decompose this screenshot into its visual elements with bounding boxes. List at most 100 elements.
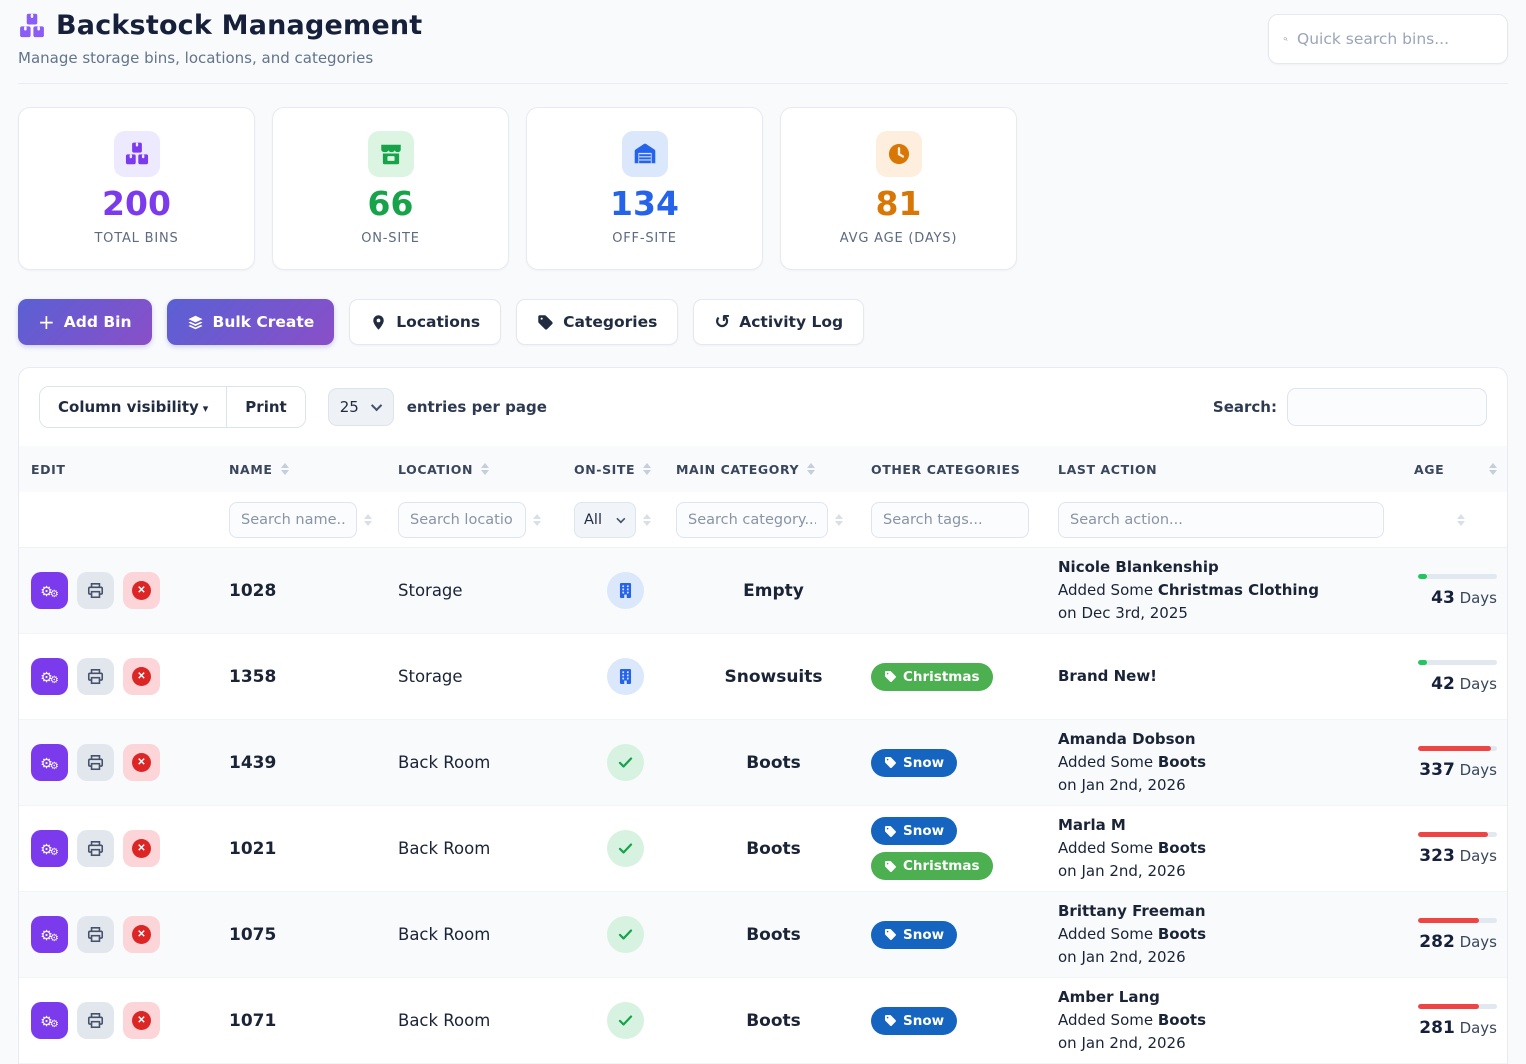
quick-search-input[interactable] <box>1297 30 1493 48</box>
sort-icon <box>1457 514 1465 526</box>
gears-icon: ⚙ <box>50 590 59 600</box>
row-edit-button[interactable]: ⚙⚙ <box>31 658 68 695</box>
filter-location-input[interactable] <box>398 502 526 538</box>
row-delete-button[interactable]: ✕ <box>123 744 160 781</box>
row-delete-button[interactable]: ✕ <box>123 572 160 609</box>
last-action-cell: Amber LangAdded Some Bootson Jan 2nd, 20… <box>1058 986 1414 1056</box>
row-delete-button[interactable]: ✕ <box>123 658 160 695</box>
table-filter-row: All <box>19 492 1507 548</box>
onsite-cell <box>574 916 676 953</box>
table-row: ⚙⚙ ✕ 1358 Storage Snowsuits Christmas Br… <box>19 634 1507 720</box>
gears-icon: ⚙ <box>50 676 59 686</box>
print-button[interactable]: Print <box>226 387 304 427</box>
locations-button[interactable]: Locations <box>349 299 501 345</box>
sort-icon <box>364 514 372 526</box>
sort-icon <box>643 514 651 526</box>
last-action-cell: Brand New! <box>1058 665 1414 688</box>
layers-icon <box>187 314 204 331</box>
column-header-onsite[interactable]: ON-SITE <box>574 462 676 477</box>
last-action-text: Brand New! <box>1058 665 1404 688</box>
bin-name: 1358 <box>229 667 398 687</box>
activity-log-label: Activity Log <box>739 313 843 331</box>
chevron-down-icon <box>616 514 625 523</box>
categories-button[interactable]: Categories <box>516 299 678 345</box>
column-header-age[interactable]: AGE <box>1414 462 1507 477</box>
age-cell: 323 Days <box>1414 832 1507 866</box>
last-action-cell: Nicole BlankenshipAdded Some Christmas C… <box>1058 556 1414 626</box>
filter-onsite-select[interactable]: All <box>574 502 636 538</box>
row-edit-button[interactable]: ⚙⚙ <box>31 744 68 781</box>
action-user: Brittany Freeman <box>1058 900 1404 923</box>
plus-icon: + <box>38 312 55 332</box>
building-icon <box>616 581 635 600</box>
printer-icon <box>86 839 105 858</box>
table-row: ⚙⚙ ✕ 1021 Back Room Boots SnowChristmas … <box>19 806 1507 892</box>
printer-icon <box>86 581 105 600</box>
row-edit-button[interactable]: ⚙⚙ <box>31 916 68 953</box>
row-delete-button[interactable]: ✕ <box>123 916 160 953</box>
table-search-input[interactable] <box>1287 388 1487 426</box>
main-category: Snowsuits <box>676 667 871 687</box>
row-print-button[interactable] <box>77 744 114 781</box>
column-header-name[interactable]: NAME <box>229 462 398 477</box>
main-category: Boots <box>676 839 871 859</box>
categories-label: Categories <box>563 313 657 331</box>
sort-icon[interactable] <box>807 463 815 475</box>
row-print-button[interactable] <box>77 916 114 953</box>
other-categories-cell: Snow <box>871 749 1058 777</box>
locations-label: Locations <box>396 313 480 331</box>
table-row: ⚙⚙ ✕ 1071 Back Room Boots Snow Amber Lan… <box>19 978 1507 1064</box>
filter-tags-input[interactable] <box>871 502 1029 538</box>
sort-icon[interactable] <box>481 463 489 475</box>
bins-table-card: Column visibility▾ Print 25 entries per … <box>18 367 1508 1064</box>
clock-icon <box>876 131 922 177</box>
page-header: Backstock Management Manage storage bins… <box>18 10 1508 84</box>
warehouse-icon <box>622 131 668 177</box>
action-user: Amanda Dobson <box>1058 728 1404 751</box>
circle-x-icon: ✕ <box>132 925 151 944</box>
row-print-button[interactable] <box>77 1002 114 1039</box>
age-progress-bar <box>1418 832 1497 837</box>
activity-log-button[interactable]: ↺ Activity Log <box>693 299 864 345</box>
row-edit-button[interactable]: ⚙⚙ <box>31 830 68 867</box>
main-category: Boots <box>676 753 871 773</box>
row-delete-button[interactable]: ✕ <box>123 830 160 867</box>
other-categories-cell: Christmas <box>871 663 1058 691</box>
column-visibility-button[interactable]: Column visibility▾ <box>40 387 226 427</box>
bin-location: Storage <box>398 667 574 686</box>
action-description: Added Some Boots <box>1058 1009 1404 1032</box>
filter-action-input[interactable] <box>1058 502 1384 538</box>
row-print-button[interactable] <box>77 658 114 695</box>
bin-name: 1075 <box>229 925 398 945</box>
action-date: on Jan 2nd, 2026 <box>1058 946 1404 969</box>
stat-card-total-bins: 200 TOTAL BINS <box>18 107 255 270</box>
actions-row: + Add Bin Bulk Create Locations Categori… <box>18 299 1508 345</box>
stat-card-avg-age: 81 AVG AGE (DAYS) <box>780 107 1017 270</box>
row-edit-button[interactable]: ⚙⚙ <box>31 1002 68 1039</box>
filter-category-input[interactable] <box>676 502 828 538</box>
check-icon <box>616 753 635 772</box>
sort-icon[interactable] <box>1489 463 1497 475</box>
sort-icon[interactable] <box>643 463 651 475</box>
sort-icon[interactable] <box>281 463 289 475</box>
table-row: ⚙⚙ ✕ 1028 Storage Empty Nicole Blankensh… <box>19 548 1507 634</box>
action-user: Marla M <box>1058 814 1404 837</box>
table-row: ⚙⚙ ✕ 1075 Back Room Boots Snow Brittany … <box>19 892 1507 978</box>
row-print-button[interactable] <box>77 572 114 609</box>
bin-name: 1439 <box>229 753 398 773</box>
add-bin-button[interactable]: + Add Bin <box>18 299 152 345</box>
row-edit-button[interactable]: ⚙⚙ <box>31 572 68 609</box>
age-progress-bar <box>1418 660 1497 665</box>
onsite-check-icon <box>607 744 644 781</box>
age-cell: 281 Days <box>1414 1004 1507 1038</box>
row-print-button[interactable] <box>77 830 114 867</box>
quick-search-box[interactable] <box>1268 14 1508 64</box>
column-header-location[interactable]: LOCATION <box>398 462 574 477</box>
bulk-create-button[interactable]: Bulk Create <box>167 299 335 345</box>
filter-name-input[interactable] <box>229 502 357 538</box>
row-edit-cell: ⚙⚙ ✕ <box>31 744 229 781</box>
row-delete-button[interactable]: ✕ <box>123 1002 160 1039</box>
column-header-main-category[interactable]: MAIN CATEGORY <box>676 462 871 477</box>
page-size-select[interactable]: 25 <box>328 388 394 426</box>
check-icon <box>616 1011 635 1030</box>
